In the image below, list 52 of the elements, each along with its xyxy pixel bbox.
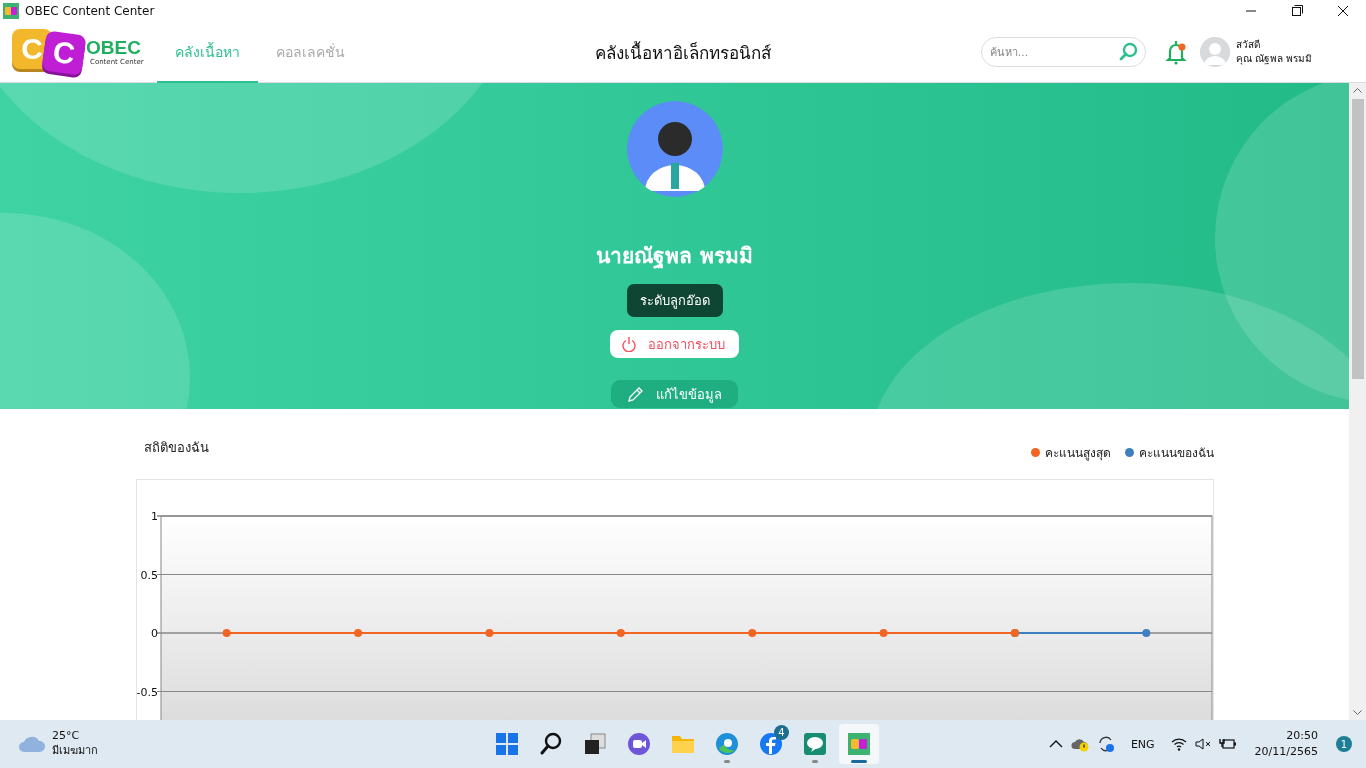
logout-button[interactable]: ออกจากระบบ [610, 330, 739, 358]
notification-count-badge[interactable]: 1 [1336, 736, 1352, 752]
scrollbar-thumb[interactable] [1351, 99, 1364, 379]
pencil-icon [627, 385, 644, 403]
legend-label: คะแนนสูงสุด [1044, 445, 1111, 462]
speaker-muted-icon[interactable] [1194, 737, 1211, 751]
data-point [353, 629, 362, 637]
notification-badge: 4 [774, 725, 789, 740]
page-title: คลังเนื้อหาอิเล็กทรอนิกส์ [595, 40, 771, 65]
cloud-warning-icon[interactable] [1070, 736, 1089, 752]
windows-logo-icon [493, 730, 521, 758]
y-tick-label: -0.5 [136, 685, 158, 699]
bell-icon[interactable] [1163, 38, 1188, 66]
data-point [484, 629, 493, 637]
clock-date[interactable]: 20/11/2565 [1254, 744, 1318, 760]
y-tick-label: 0.5 [140, 568, 158, 582]
y-tick-label: 1 [150, 510, 158, 523]
video-camera-icon [625, 730, 653, 758]
taskbar-button[interactable]: 4 [751, 724, 791, 764]
sync-icon[interactable] [1096, 735, 1115, 753]
scroll-up-icon[interactable] [1353, 87, 1362, 93]
avatar-icon [626, 101, 723, 197]
data-point [222, 629, 231, 637]
search-field[interactable]: ค้นหา... [980, 37, 1146, 67]
app-icon [3, 3, 19, 19]
temperature-text: 25°C [52, 729, 81, 744]
data-point [879, 629, 888, 637]
user-name[interactable]: คุณ ณัฐพล พรมมิ [1235, 52, 1312, 66]
data-point [747, 629, 756, 637]
y-tick-label: 0 [150, 627, 158, 640]
clock-time[interactable]: 20:50 [1286, 728, 1318, 744]
battery-charging-icon[interactable] [1218, 737, 1237, 751]
window-title: OBEC Content Center [25, 4, 155, 18]
power-icon [622, 336, 636, 352]
data-point [616, 629, 625, 637]
greeting-text: สวัสดี [1235, 38, 1261, 52]
browser-icon [713, 730, 741, 758]
chevron-up-icon[interactable] [1048, 739, 1063, 749]
brand-name: OBEC [86, 38, 142, 57]
profile-name: นายณัฐพล พรมมิ [596, 243, 753, 271]
data-point [1141, 629, 1150, 637]
legend-label: คะแนนของฉัน [1138, 445, 1214, 462]
stats-title: สถิติของฉัน [143, 439, 209, 457]
edit-profile-button[interactable]: แก้ไขข้อมูล [611, 380, 738, 408]
social-app-icon [757, 730, 785, 758]
wifi-icon[interactable] [1170, 737, 1187, 751]
scroll-down-icon[interactable] [1353, 710, 1362, 716]
app-icon [845, 730, 873, 758]
language-indicator[interactable]: ENG [1130, 737, 1155, 751]
level-badge: ระดับลูกอ๊อด [626, 284, 723, 317]
weather-text: มีเมฆมาก [52, 744, 98, 759]
chat-app-icon [801, 730, 829, 758]
